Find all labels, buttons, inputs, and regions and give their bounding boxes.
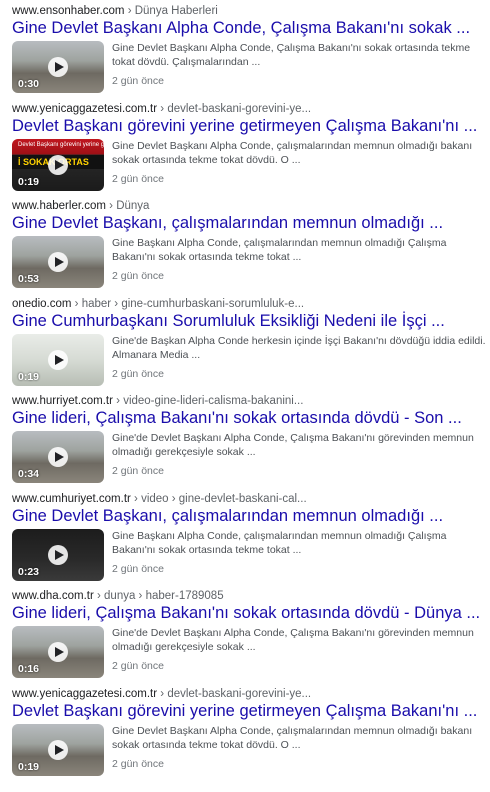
- result-title-link[interactable]: Devlet Başkanı görevini yerine getirmeye…: [12, 116, 490, 136]
- result-domain[interactable]: onedio.com: [12, 298, 71, 310]
- video-duration: 0:34: [18, 468, 40, 480]
- search-results-list: www.ensonhaber.com › Dünya Haberleri Gin…: [0, 0, 490, 784]
- search-result: www.ensonhaber.com › Dünya Haberleri Gin…: [12, 4, 490, 102]
- result-domain[interactable]: www.yenicaggazetesi.com.tr: [12, 103, 157, 115]
- result-breadcrumb[interactable]: www.yenicaggazetesi.com.tr › devlet-bask…: [12, 102, 490, 116]
- result-title-link[interactable]: Gine Cumhurbaşkanı Sorumluluk Eksikliği …: [12, 311, 490, 331]
- result-domain[interactable]: www.ensonhaber.com: [12, 5, 125, 17]
- video-thumbnail[interactable]: Devlet Başkanı görevini yerine getir İ SO…: [12, 138, 104, 191]
- result-snippet: Gine'de Devlet Başkanı Alpha Conde, Çalı…: [112, 432, 474, 458]
- video-duration: 0:23: [18, 565, 40, 578]
- result-breadcrumb[interactable]: www.haberler.com › Dünya: [12, 199, 490, 213]
- result-title-link[interactable]: Gine Devlet Başkanı, çalışmalarından mem…: [12, 213, 490, 233]
- result-breadcrumb[interactable]: www.yenicaggazetesi.com.tr › devlet-bask…: [12, 687, 490, 701]
- result-domain[interactable]: www.dha.com.tr: [12, 590, 94, 602]
- result-snippet: Gine'de Devlet Başkanı Alpha Conde, Çalı…: [112, 627, 474, 653]
- result-age: 2 gün önce: [112, 270, 164, 282]
- video-duration: 0:16: [18, 663, 40, 675]
- search-result: www.haberler.com › Dünya Gine Devlet Baş…: [12, 199, 490, 297]
- result-path: › devlet-baskani-gorevini-ye...: [157, 102, 312, 115]
- result-breadcrumb[interactable]: www.hurriyet.com.tr › video-gine-lideri-…: [12, 394, 490, 408]
- result-breadcrumb[interactable]: onedio.com › haber › gine-cumhurbaskani-…: [12, 297, 490, 311]
- play-icon[interactable]: [48, 57, 68, 77]
- play-icon[interactable]: [48, 739, 68, 760]
- play-icon[interactable]: [48, 154, 68, 175]
- video-thumbnail[interactable]: 0:16: [12, 626, 104, 678]
- search-result: www.yenicaggazetesi.com.tr › devlet-bask…: [12, 102, 490, 200]
- search-result: www.yenicaggazetesi.com.tr › devlet-bask…: [12, 687, 490, 785]
- result-snippet: Gine Başkanı Alpha Conde, çalışmalarında…: [112, 529, 447, 556]
- result-domain[interactable]: www.cumhuriyet.com.tr: [12, 493, 131, 505]
- search-result: www.cumhuriyet.com.tr › video › gine-dev…: [12, 492, 490, 590]
- result-breadcrumb[interactable]: www.ensonhaber.com › Dünya Haberleri: [12, 4, 490, 18]
- result-snippet: Gine Devlet Başkanı Alpha Conde, çalışma…: [112, 724, 473, 751]
- result-domain[interactable]: www.yenicaggazetesi.com.tr: [12, 688, 157, 700]
- search-result: onedio.com › haber › gine-cumhurbaskani-…: [12, 297, 490, 395]
- result-path: › devlet-baskani-gorevini-ye...: [157, 687, 312, 700]
- video-thumbnail[interactable]: 0:19: [12, 723, 104, 776]
- search-result: www.dha.com.tr › dunya › haber-1789085 G…: [12, 589, 490, 687]
- video-thumbnail[interactable]: 0:23: [12, 528, 104, 581]
- video-thumbnail[interactable]: 0:19: [12, 333, 104, 386]
- result-title-link[interactable]: Devlet Başkanı görevini yerine getirmeye…: [12, 701, 490, 721]
- result-age: 2 gün önce: [112, 367, 164, 380]
- result-path: › Dünya: [105, 200, 150, 212]
- result-age: 2 gün önce: [112, 660, 164, 672]
- result-breadcrumb[interactable]: www.cumhuriyet.com.tr › video › gine-dev…: [12, 492, 490, 506]
- result-path: › video-gine-lideri-calisma-bakanini...: [112, 395, 304, 407]
- result-title-link[interactable]: Gine Devlet Başkanı Alpha Conde, Çalışma…: [12, 18, 490, 38]
- video-duration: 0:53: [18, 273, 40, 285]
- result-age: 2 gün önce: [112, 172, 164, 185]
- play-icon[interactable]: [48, 252, 68, 272]
- video-thumbnail[interactable]: 0:30: [12, 41, 104, 93]
- result-title-link[interactable]: Gine Devlet Başkanı, çalışmalarından mem…: [12, 506, 490, 526]
- result-age: 2 gün önce: [112, 465, 164, 477]
- result-title-link[interactable]: Gine lideri, Çalışma Bakanı'nı sokak ort…: [12, 408, 490, 428]
- video-duration: 0:19: [18, 370, 40, 383]
- result-path: › dunya › haber-1789085: [93, 590, 224, 602]
- result-age: 2 gün önce: [112, 757, 164, 770]
- result-title-link[interactable]: Gine lideri, Çalışma Bakanı'nı sokak ort…: [12, 603, 490, 623]
- result-age: 2 gün önce: [112, 75, 164, 87]
- video-thumbnail[interactable]: 0:53: [12, 236, 104, 288]
- result-snippet: Gine Devlet Başkanı Alpha Conde, Çalışma…: [112, 42, 471, 68]
- video-duration: 0:19: [18, 760, 40, 773]
- result-path: › Dünya Haberleri: [124, 5, 218, 17]
- thumbnail-caption: Devlet Başkanı görevini yerine getir: [18, 141, 104, 148]
- play-icon[interactable]: [48, 642, 68, 662]
- search-result: www.hurriyet.com.tr › video-gine-lideri-…: [12, 394, 490, 492]
- play-icon[interactable]: [48, 447, 68, 467]
- result-path: › haber › gine-cumhurbaskani-sorumluluk-…: [71, 297, 305, 310]
- play-icon[interactable]: [48, 544, 68, 565]
- video-duration: 0:19: [18, 175, 40, 188]
- result-breadcrumb[interactable]: www.dha.com.tr › dunya › haber-1789085: [12, 589, 490, 603]
- video-thumbnail[interactable]: 0:34: [12, 431, 104, 483]
- result-path: › video › gine-devlet-baskani-cal...: [130, 492, 307, 505]
- result-domain[interactable]: www.haberler.com: [12, 200, 106, 212]
- result-age: 2 gün önce: [112, 562, 164, 575]
- play-icon[interactable]: [48, 349, 68, 370]
- result-domain[interactable]: www.hurriyet.com.tr: [12, 395, 113, 407]
- result-snippet: Gine'de Başkan Alpha Conde herkesin için…: [112, 334, 486, 361]
- result-snippet: Gine Devlet Başkanı Alpha Conde, çalışma…: [112, 139, 473, 166]
- result-snippet: Gine Başkanı Alpha Conde, çalışmalarında…: [112, 237, 447, 263]
- video-duration: 0:30: [18, 78, 40, 90]
